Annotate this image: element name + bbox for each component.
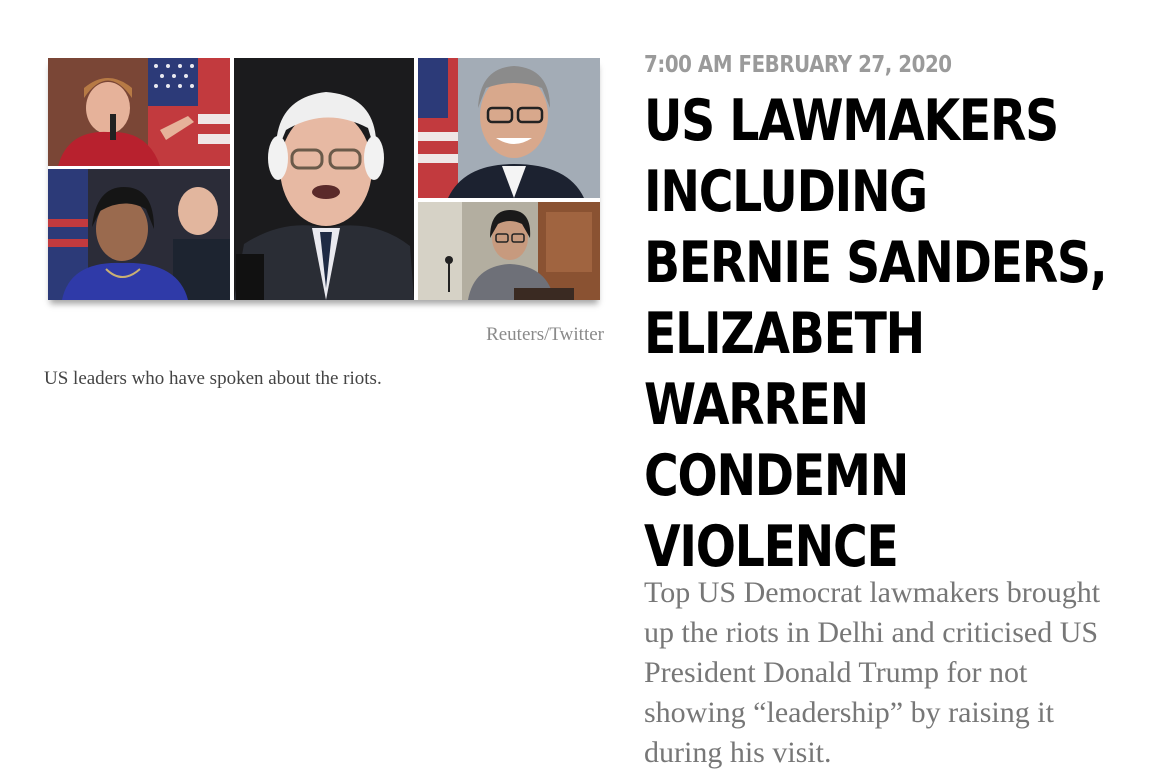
photo-bernie-sanders bbox=[234, 58, 414, 300]
article-header: 7:00 AM FEBRUARY 27, 2020 US LAWMAKERS I… bbox=[644, 52, 1134, 773]
article-headline[interactable]: US LAWMAKERS INCLUDING BERNIE SANDERS, E… bbox=[644, 86, 1113, 583]
photo-pramila-jayapal bbox=[48, 169, 230, 300]
article-timestamp: 7:00 AM FEBRUARY 27, 2020 bbox=[644, 52, 952, 78]
article-image-block: Reuters/Twitter US leaders who have spok… bbox=[44, 58, 604, 389]
photo-rashida-tlaib bbox=[418, 202, 600, 300]
photo-collage bbox=[48, 58, 600, 300]
article-summary: Top US Democrat lawmakers brought up the… bbox=[644, 576, 1101, 769]
photo-alan-lowenthal bbox=[418, 58, 600, 198]
image-caption: US leaders who have spoken about the rio… bbox=[44, 368, 382, 389]
image-credit: Reuters/Twitter bbox=[486, 324, 604, 345]
photo-elizabeth-warren bbox=[48, 58, 230, 166]
